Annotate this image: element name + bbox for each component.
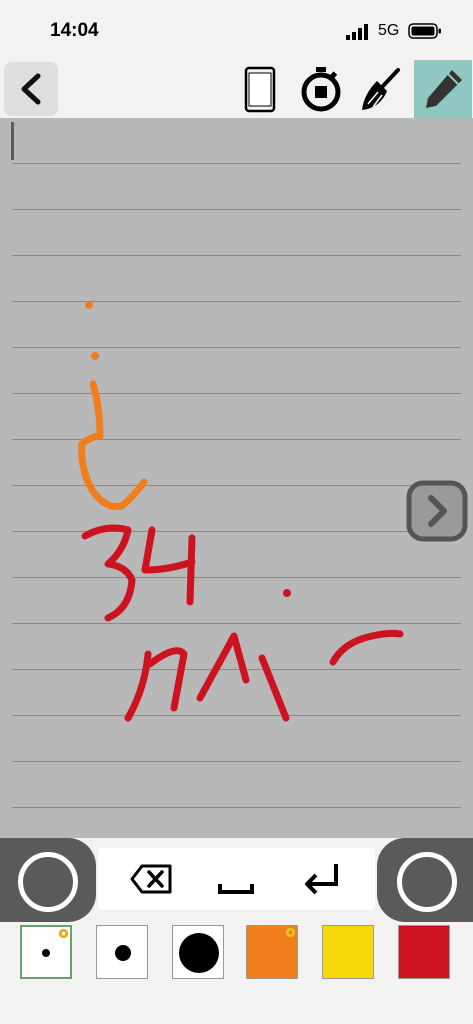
settings-badge-icon	[285, 927, 296, 938]
ink-stroke-red	[141, 526, 196, 606]
ink-stroke-red	[81, 524, 136, 622]
pen-size-small[interactable]	[20, 925, 72, 979]
circle-icon	[397, 852, 457, 912]
status-bar: 14:04 5G	[0, 0, 473, 60]
right-action-button[interactable]	[377, 838, 473, 922]
chevron-left-icon	[21, 73, 41, 105]
ink-stroke-red	[124, 650, 152, 722]
space-icon[interactable]	[212, 858, 260, 900]
color-red[interactable]	[398, 925, 450, 979]
ink-stroke-orange	[78, 380, 148, 511]
broom-icon[interactable]	[356, 64, 404, 114]
pen-palette	[0, 922, 473, 1024]
ink-stroke-red	[196, 632, 250, 702]
color-yellow[interactable]	[322, 925, 374, 979]
toolbar	[0, 60, 473, 118]
settings-badge-icon	[58, 928, 69, 939]
pen-size-large[interactable]	[172, 925, 224, 979]
status-time: 14:04	[50, 20, 99, 41]
stopwatch-icon[interactable]	[297, 64, 345, 114]
circle-icon	[18, 852, 78, 912]
back-button[interactable]	[4, 62, 58, 116]
ink-stroke-red	[329, 629, 404, 666]
cellular-signal-icon	[346, 24, 368, 40]
ink-stroke-red	[146, 647, 188, 712]
ink-stroke-red	[258, 654, 290, 722]
input-controls	[0, 838, 473, 922]
backspace-icon[interactable]	[128, 858, 176, 900]
phone-frame-icon[interactable]	[236, 64, 284, 114]
return-icon[interactable]	[298, 858, 346, 900]
pencil-icon	[426, 70, 462, 108]
handwriting-strokes	[78, 301, 404, 722]
pen-size-medium[interactable]	[96, 925, 148, 979]
next-page-button[interactable]	[406, 480, 468, 542]
pen-tool-button[interactable]	[414, 60, 472, 118]
ink-dot	[85, 301, 93, 309]
drawing-canvas[interactable]: '	[0, 118, 473, 838]
edit-keypad	[98, 848, 375, 910]
left-action-button[interactable]	[0, 838, 96, 922]
color-orange[interactable]	[246, 925, 298, 979]
medium-dot-icon	[115, 945, 131, 961]
ink-dot	[283, 589, 291, 597]
battery-icon	[408, 23, 441, 39]
ink-dot	[91, 352, 99, 360]
large-dot-icon	[179, 933, 219, 973]
network-type: 5G	[378, 22, 400, 39]
